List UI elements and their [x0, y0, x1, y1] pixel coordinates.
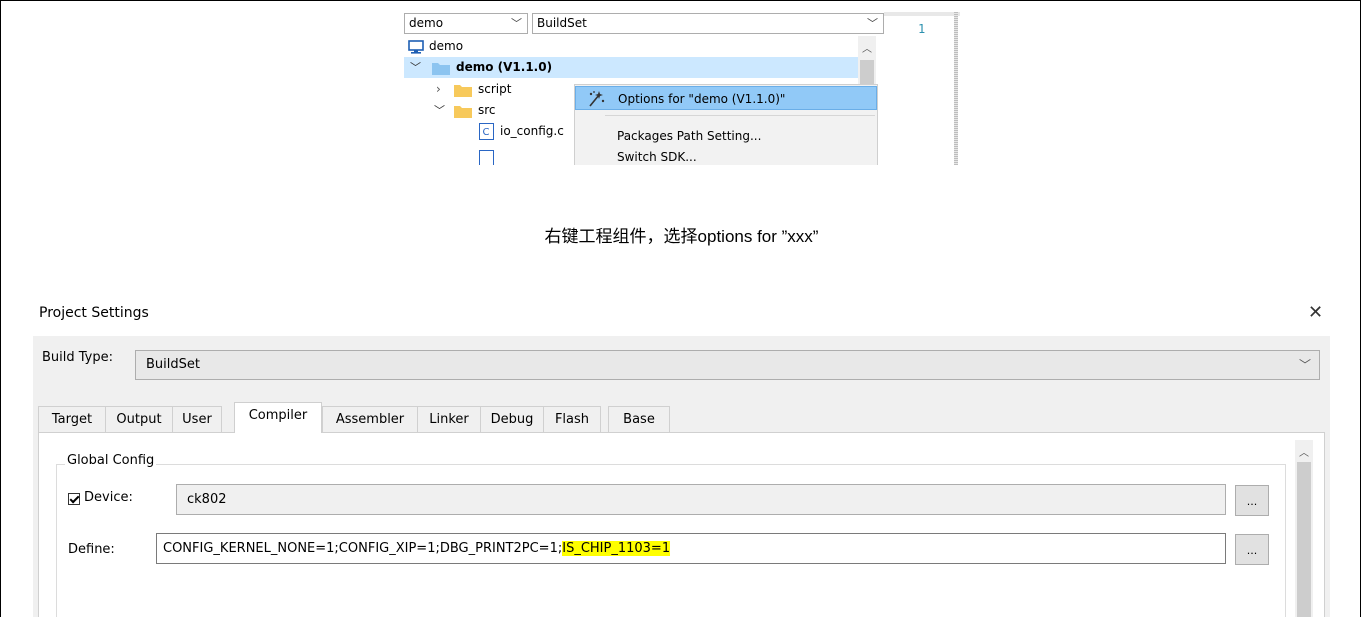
compiler-tab-panel: Global Config Device: ck802 ... Define: …: [38, 432, 1325, 617]
device-field[interactable]: ck802: [176, 484, 1226, 515]
tab-target[interactable]: Target: [38, 406, 106, 432]
editor-scroll-edge: [954, 12, 958, 165]
define-value: CONFIG_KERNEL_NONE=1;CONFIG_XIP=1;DBG_PR…: [163, 541, 563, 556]
global-config-label: Global Config: [65, 453, 157, 468]
menu-item-switch-sdk[interactable]: Switch SDK...: [575, 145, 877, 165]
menu-item-options[interactable]: Options for "demo (V1.1.0)": [575, 86, 877, 110]
magic-wand-icon: [589, 91, 605, 107]
device-value: ck802: [187, 492, 227, 507]
chevron-down-icon: ﹀: [1298, 358, 1311, 372]
device-browse-button[interactable]: ...: [1235, 485, 1269, 516]
scroll-up-icon[interactable]: ︿: [1299, 444, 1309, 459]
c-file-icon: C: [479, 123, 494, 140]
chevron-down-icon: ﹀: [434, 104, 445, 117]
tree-item-project[interactable]: ﹀ demo (V1.1.0): [404, 57, 860, 78]
tree-item-workspace[interactable]: demo: [404, 36, 860, 57]
close-icon[interactable]: ✕: [1308, 302, 1323, 323]
folder-icon: [432, 63, 450, 75]
tab-debug[interactable]: Debug: [480, 406, 544, 432]
tab-base[interactable]: Base: [608, 406, 670, 432]
buildset-selector[interactable]: BuildSet ﹀: [532, 13, 884, 34]
tab-assembler[interactable]: Assembler: [322, 406, 418, 432]
tab-compiler[interactable]: Compiler: [234, 402, 322, 433]
context-menu: Options for "demo (V1.1.0)" Packages Pat…: [574, 84, 878, 165]
define-browse-button[interactable]: ...: [1235, 534, 1269, 565]
tree-item-label: demo: [429, 39, 464, 53]
panel-scrollbar[interactable]: ︿: [1295, 440, 1313, 617]
menu-separator: [605, 115, 875, 116]
dialog-title: Project Settings: [39, 305, 149, 321]
menu-item-label: Packages Path Setting...: [617, 129, 762, 143]
figure-caption: 右键工程组件，选择options for ”xxx”: [544, 227, 819, 246]
editor-top-bar: [884, 12, 960, 16]
c-file-icon: [479, 150, 494, 165]
define-label: Define:: [68, 542, 115, 557]
tree-item-label: src: [478, 103, 496, 117]
scroll-thumb[interactable]: [1297, 462, 1311, 617]
chevron-down-icon: ﹀: [511, 17, 522, 30]
chevron-right-icon: ›: [436, 82, 441, 96]
tab-flash[interactable]: Flash: [543, 406, 601, 432]
tree-item-label: demo (V1.1.0): [456, 60, 553, 74]
chevron-down-icon: ﹀: [410, 61, 421, 74]
folder-icon: [454, 85, 472, 97]
chevron-down-icon: ﹀: [867, 17, 878, 30]
device-label: Device:: [84, 490, 133, 505]
build-type-select[interactable]: BuildSet ﹀: [135, 350, 1320, 380]
scroll-up-icon[interactable]: ︿: [862, 40, 872, 55]
menu-item-label: Options for "demo (V1.1.0)": [618, 92, 786, 106]
build-type-label: Build Type:: [42, 350, 114, 365]
menu-item-label: Switch SDK...: [617, 150, 697, 164]
folder-icon: [454, 106, 472, 118]
monitor-icon: [408, 40, 424, 54]
build-type-value: BuildSet: [146, 357, 200, 372]
project-settings-dialog: Build Type: BuildSet ﹀ Target Output Use…: [33, 336, 1330, 617]
ide-project-tree-screenshot: demo ﹀ BuildSet ﹀ demo ﹀ demo (V1.1.0) ›: [404, 12, 960, 165]
define-value-highlighted: IS_CHIP_1103=1: [562, 541, 671, 556]
define-input[interactable]: CONFIG_KERNEL_NONE=1;CONFIG_XIP=1;DBG_PR…: [156, 533, 1226, 564]
tree-item-label: io_config.c: [500, 124, 564, 138]
buildset-selector-value: BuildSet: [537, 16, 587, 30]
tab-linker[interactable]: Linker: [417, 406, 481, 432]
device-checkbox[interactable]: [68, 493, 80, 505]
line-number: 1: [918, 22, 926, 36]
tab-output[interactable]: Output: [105, 406, 173, 432]
svg-text:C: C: [483, 127, 490, 138]
project-selector[interactable]: demo ﹀: [404, 13, 528, 34]
project-selector-value: demo: [409, 16, 444, 30]
code-editor[interactable]: 1: [884, 12, 960, 165]
tree-item-label: script: [478, 82, 512, 96]
tab-user[interactable]: User: [172, 406, 222, 432]
